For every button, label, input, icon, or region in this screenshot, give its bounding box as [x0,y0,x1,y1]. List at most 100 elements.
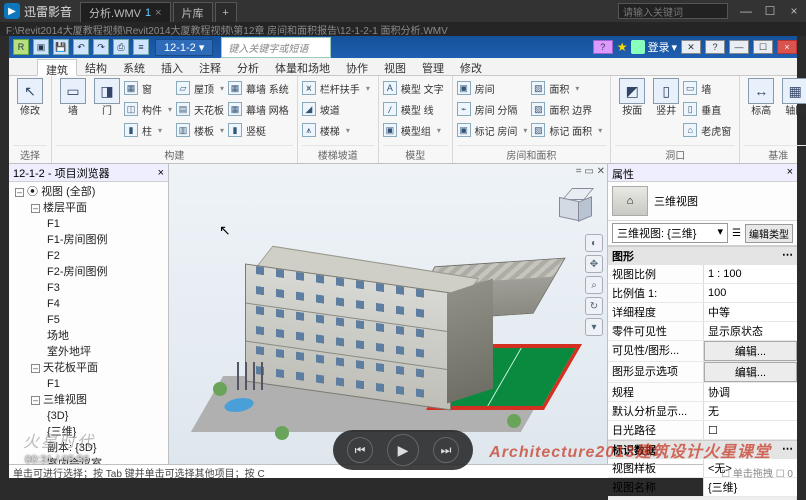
nav-wheel-icon[interactable]: ◐ [585,234,603,252]
model-text-button[interactable]: A模型 文字 [383,78,444,98]
props-header[interactable]: 属性× [608,164,797,182]
prop-value[interactable]: {三维} [704,478,797,496]
tab-modify[interactable]: 修改 [452,58,490,75]
railing-button[interactable]: ⩙栏杆扶手▾ [302,78,370,98]
view-cube[interactable] [559,188,597,226]
player-next-button[interactable]: ⏭ [433,437,459,463]
help-icon[interactable]: ? [705,40,725,54]
prop-edit-button[interactable]: 编辑... [704,341,797,361]
prop-value[interactable]: 无 [704,402,797,420]
tab-collab[interactable]: 协作 [338,58,376,75]
wall-opening-button[interactable]: ▭墙 [683,78,731,98]
prop-value[interactable]: ☐ [704,421,797,439]
tree-item[interactable]: F1-房间图例 [13,232,168,248]
window-button[interactable]: ▦窗 [124,78,172,98]
tree-root[interactable]: 视图 (全部) [41,186,95,198]
login-button[interactable]: 登录 ▾ [631,39,677,55]
revit-min-icon[interactable]: — [729,40,749,54]
prop-value[interactable]: 显示原状态 [704,322,797,340]
viewport-3d[interactable]: = ▭ ✕ ↖ ◐ ✥ ⌕ ↻ ▾ [169,164,607,464]
tree-item[interactable]: F5 [13,312,168,328]
player-tab-video[interactable]: 分析.WMV 1 × [80,2,171,22]
prop-row[interactable]: 零件可见性显示原状态 [608,322,797,341]
props-close-icon[interactable]: × [787,166,793,179]
expand-icon[interactable]: – [31,204,40,213]
subscription-star-icon[interactable]: ★ [617,40,628,54]
prop-row[interactable]: 规程协调 [608,383,797,402]
tab-view[interactable]: 视图 [376,58,414,75]
expand-icon[interactable]: – [31,364,40,373]
qat-save-icon[interactable]: 💾 [53,39,69,55]
stair-button[interactable]: ⩚楼梯▾ [302,120,370,140]
level-button[interactable]: ↔标高 [744,78,778,117]
component-button[interactable]: ◫构件▾ [124,99,172,119]
tree-floor-plans[interactable]: 楼层平面 [43,202,87,214]
tab-systems[interactable]: 系统 [115,58,153,75]
room-button[interactable]: ▣房间 [457,78,528,98]
player-tab-library[interactable]: 片库 [173,2,213,22]
tree-item[interactable]: F2 [13,248,168,264]
nav-more-icon[interactable]: ▾ [585,318,603,336]
prop-value[interactable]: 中等 [704,303,797,321]
app-menu-button[interactable]: R [13,39,29,55]
curtain-grid-button[interactable]: ▦幕墙 网格 [228,99,289,119]
column-button[interactable]: ▮柱▾ [124,120,172,140]
revit-close-icon[interactable]: × [777,40,797,54]
tab-architecture[interactable]: 建筑 [37,59,77,76]
curtain-sys-button[interactable]: ▦幕墙 系统 [228,78,289,98]
prop-row[interactable]: 视图比例1 : 100 [608,265,797,284]
model-group-button[interactable]: ▣模型组▾ [383,120,444,140]
prop-row[interactable]: 比例值 1:100 [608,284,797,303]
dormer-button[interactable]: ⌂老虎窗 [683,120,731,140]
byface-button[interactable]: ◩按面 [615,78,649,117]
mullion-button[interactable]: ▮竖梃 [228,120,289,140]
info-icon[interactable]: ? [593,40,613,54]
props-group-graphics[interactable]: 图形⋯ [608,246,797,265]
modify-button[interactable]: ↖修改 [13,78,47,117]
player-tab-add[interactable]: + [215,2,237,22]
browser-header[interactable]: 12-1-2 - 项目浏览器× [9,164,168,182]
tab-manage[interactable]: 管理 [414,58,452,75]
prop-row[interactable]: 默认分析显示...无 [608,402,797,421]
close-window-icon[interactable]: × [782,2,806,20]
prop-row[interactable]: 视图名称{三维} [608,478,797,497]
roof-button[interactable]: ▱屋顶▾ [176,78,224,98]
ceiling-button[interactable]: ▤天花板 [176,99,224,119]
minimize-icon[interactable]: — [734,2,758,20]
edit-type-button[interactable]: 编辑类型 [745,224,793,243]
tree-ceilings[interactable]: 天花板平面 [43,362,98,374]
player-search-input[interactable]: 请输入关键词 [618,3,728,19]
player-play-button[interactable]: ▶ [387,434,419,466]
floor-button[interactable]: ▥楼板▾ [176,120,224,140]
tree-item[interactable]: F3 [13,280,168,296]
maximize-icon[interactable]: ☐ [758,2,782,20]
vertical-opening-button[interactable]: ▯垂直 [683,99,731,119]
tree-item[interactable]: {3D} [13,408,168,424]
shaft-button[interactable]: ▯竖井 [649,78,683,117]
tree-item[interactable]: 室外地坪 [13,344,168,360]
tree-item[interactable]: F1 [13,216,168,232]
area-button[interactable]: ▧面积▾ [531,78,602,98]
prop-value[interactable]: 1 : 100 [704,265,797,283]
player-prev-button[interactable]: ⏮ [347,437,373,463]
viewport-controls[interactable]: = ▭ ✕ [576,166,605,180]
revit-max-icon[interactable]: ☐ [753,40,773,54]
ramp-button[interactable]: ◢坡道 [302,99,370,119]
area-boundary-button[interactable]: ▧面积 边界 [531,99,602,119]
door-button[interactable]: ◨门 [90,78,124,117]
qat-open-icon[interactable]: ▣ [33,39,49,55]
browser-tree[interactable]: –⦿ 视图 (全部) –楼层平面 F1 F1-房间图例 F2 F2-房间图例 F… [9,182,168,464]
tree-item[interactable]: 场地 [13,328,168,344]
prop-row[interactable]: 图形显示选项编辑... [608,362,797,383]
qat-print-icon[interactable]: ⎙ [113,39,129,55]
tag-area-button[interactable]: ▧标记 面积▾ [531,120,602,140]
nav-zoom-icon[interactable]: ⌕ [585,276,603,294]
prop-row[interactable]: 详细程度中等 [608,303,797,322]
model-line-button[interactable]: Ⳇ模型 线 [383,99,444,119]
tab-massing[interactable]: 体量和场地 [267,58,338,75]
nav-orbit-icon[interactable]: ↻ [585,297,603,315]
tree-item[interactable]: F4 [13,296,168,312]
prop-value[interactable]: 协调 [704,383,797,401]
prop-value[interactable]: 100 [704,284,797,302]
props-instance-combo[interactable]: 三维视图: {三维}▾ [612,223,728,243]
